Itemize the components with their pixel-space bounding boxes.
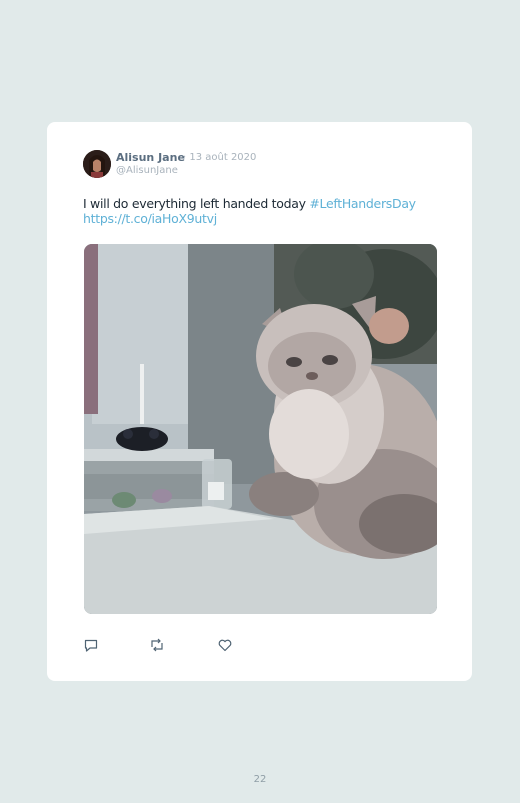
speech-bubble-icon <box>84 639 98 652</box>
author-name[interactable]: Alisun Jane <box>116 151 185 164</box>
tweet-text-plain: I will do everything left handed today <box>83 196 310 211</box>
tweet-card: Alisun Jane · 13 août 2020 @AlisunJane I… <box>47 122 472 681</box>
page-number: 22 <box>253 774 267 785</box>
reply-button[interactable] <box>83 637 99 653</box>
tweet-text: I will do everything left handed today #… <box>83 196 443 226</box>
author-handle[interactable]: @AlisunJane <box>116 165 178 176</box>
hashtag-link[interactable]: #LeftHandersDay <box>309 196 416 211</box>
retweet-button[interactable] <box>149 637 165 653</box>
heart-icon <box>218 639 232 652</box>
tweet-actions <box>83 637 283 653</box>
tweet-url-link[interactable]: https://t.co/iaHoX9utvj <box>83 211 217 226</box>
avatar[interactable] <box>83 150 111 178</box>
tweet-media-photo[interactable] <box>84 244 437 614</box>
retweet-icon <box>151 638 163 652</box>
tweet-date[interactable]: · 13 août 2020 <box>183 152 256 163</box>
cat-photo <box>84 244 437 614</box>
like-button[interactable] <box>217 637 233 653</box>
